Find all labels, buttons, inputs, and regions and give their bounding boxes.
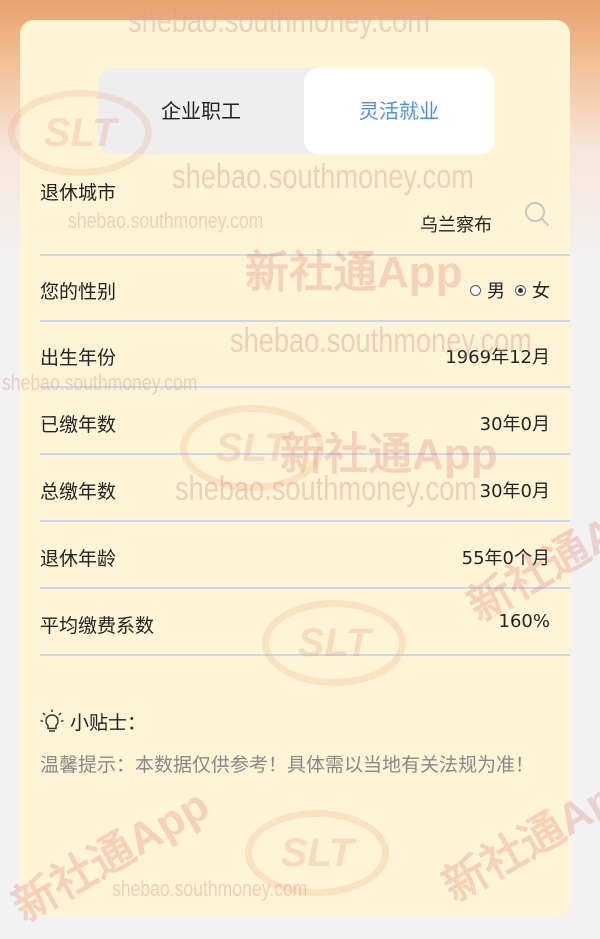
female-label: 女	[532, 281, 550, 302]
retire-age-row[interactable]: 退休年龄 55年0个月	[40, 523, 570, 589]
retire-city-value[interactable]: 乌兰察布	[420, 211, 492, 237]
total-years-label: 总缴年数	[40, 481, 117, 503]
retire-city-row[interactable]: 退休城市 乌兰察布	[40, 165, 570, 256]
gender-option-female[interactable]: 女	[515, 277, 550, 303]
tips-section: 小贴士： 温馨提示：本数据仅供参考！具体需以当地有关法规为准！	[40, 708, 570, 779]
paid-years-value[interactable]: 30年0月	[480, 410, 550, 436]
paid-years-label: 已缴年数	[40, 414, 117, 436]
male-label: 男	[487, 281, 505, 302]
lightbulb-icon	[40, 709, 64, 732]
tips-header: 小贴士：	[40, 708, 570, 735]
paid-years-row[interactable]: 已缴年数 30年0月	[40, 389, 570, 455]
tab-switcher: 企业职工 灵活就业	[98, 68, 494, 154]
gender-row: 您的性别 男 女	[40, 256, 570, 322]
birth-year-row[interactable]: 出生年份 1969年12月	[40, 322, 570, 388]
avg-coefficient-value[interactable]: 160%	[499, 611, 550, 632]
avg-coefficient-label: 平均缴费系数	[40, 615, 155, 637]
tips-title: 小贴士：	[70, 712, 147, 734]
calculator-card: 企业职工 灵活就业 退休城市 乌兰察布 您的性别 男 女 出生年份 1969年1…	[20, 20, 570, 916]
male-radio[interactable]	[470, 284, 481, 296]
tab-flexible-employment[interactable]: 灵活就业	[304, 68, 494, 154]
retire-city-label: 退休城市	[40, 182, 117, 204]
gender-label: 您的性别	[40, 281, 117, 303]
total-years-row[interactable]: 总缴年数 30年0月	[40, 456, 570, 522]
retire-age-value[interactable]: 55年0个月	[462, 544, 550, 570]
retire-age-label: 退休年龄	[40, 548, 117, 570]
female-radio[interactable]	[515, 284, 526, 296]
birth-year-label: 出生年份	[40, 347, 117, 369]
tips-text: 温馨提示：本数据仅供参考！具体需以当地有关法规为准！	[40, 754, 535, 776]
search-icon[interactable]	[524, 201, 550, 227]
gender-options: 男 女	[460, 277, 550, 303]
avg-coefficient-row[interactable]: 平均缴费系数 160%	[40, 590, 570, 656]
tab-enterprise-employee[interactable]: 企业职工	[98, 68, 304, 154]
total-years-value[interactable]: 30年0月	[480, 477, 550, 503]
gender-option-male[interactable]: 男	[470, 277, 505, 303]
birth-year-value[interactable]: 1969年12月	[445, 343, 550, 369]
